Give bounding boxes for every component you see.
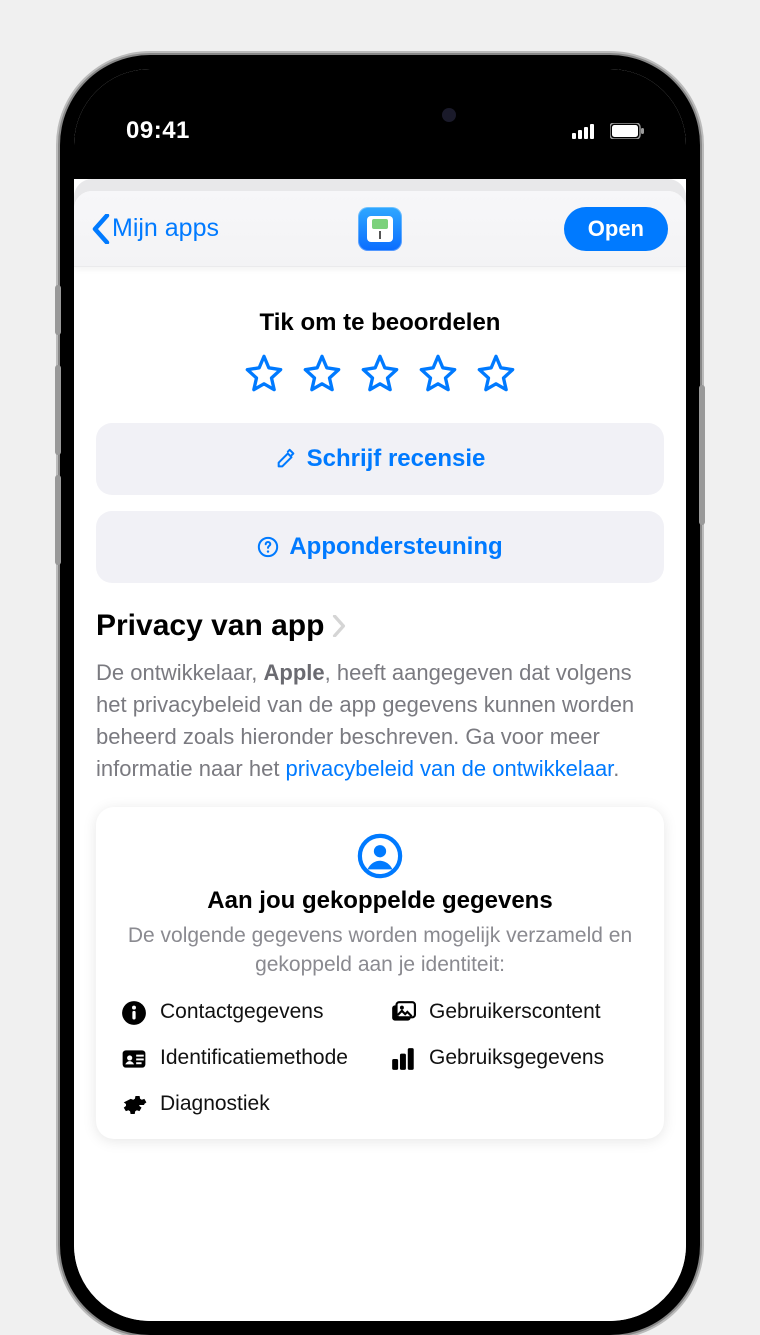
info-icon [120, 999, 148, 1027]
data-item-usercontent: Gebruikerscontent [389, 999, 640, 1027]
keynote-icon [367, 216, 393, 242]
volume-down-button [55, 475, 61, 565]
photos-icon [389, 999, 417, 1027]
star-1-icon[interactable] [244, 353, 284, 393]
status-icons [572, 123, 644, 139]
battery-icon [610, 123, 644, 139]
write-review-label: Schrijf recensie [307, 445, 486, 473]
scroll-content[interactable]: Tik om te beoordelen Schrijf recensie Ap… [74, 267, 686, 1139]
iphone-frame: 09:41 Mijn apps [60, 55, 700, 1335]
data-item-usagedata: Gebruiksgegevens [389, 1045, 640, 1073]
cellular-signal-icon [572, 123, 594, 139]
question-circle-icon [257, 536, 279, 558]
person-circle-icon [120, 833, 640, 879]
volume-up-button [55, 365, 61, 455]
back-label: Mijn apps [112, 214, 219, 243]
privacy-heading-row[interactable]: Privacy van app [96, 609, 664, 643]
data-item-diagnostics: Diagnostiek [120, 1091, 371, 1119]
chevron-right-icon [332, 611, 346, 642]
open-button[interactable]: Open [564, 207, 668, 251]
privacy-description: De ontwikkelaar, Apple, heeft aangegeven… [96, 657, 664, 785]
silent-switch [55, 285, 61, 335]
chevron-left-icon [92, 214, 110, 244]
data-item-identifiers: Identificatiemetho­de [120, 1045, 371, 1073]
app-store-sheet: Mijn apps Open Tik om te beoordelen [74, 191, 686, 1321]
star-rating[interactable] [96, 353, 664, 393]
card-subtitle: De volgende gegevens worden mogelijk ver… [120, 921, 640, 980]
app-icon [358, 207, 402, 251]
app-support-button[interactable]: Appondersteuning [96, 511, 664, 583]
star-2-icon[interactable] [302, 353, 342, 393]
star-3-icon[interactable] [360, 353, 400, 393]
id-card-icon [120, 1045, 148, 1073]
star-4-icon[interactable] [418, 353, 458, 393]
privacy-policy-link[interactable]: privacybeleid van de ontwikkelaar [286, 756, 614, 781]
gear-icon [120, 1091, 148, 1119]
screen: 09:41 Mijn apps [74, 69, 686, 1321]
write-review-button[interactable]: Schrijf recensie [96, 423, 664, 495]
back-button[interactable]: Mijn apps [92, 214, 219, 244]
compose-icon [275, 448, 297, 470]
status-time: 09:41 [126, 117, 190, 145]
power-button [699, 385, 705, 525]
bar-chart-icon [389, 1045, 417, 1073]
privacy-heading: Privacy van app [96, 609, 324, 643]
data-item-contact: Contactgegevens [120, 999, 371, 1027]
data-types-grid: Contactgegevens Gebruikerscontent [120, 999, 640, 1119]
nav-bar: Mijn apps Open [74, 191, 686, 267]
app-support-label: Appondersteuning [289, 533, 502, 561]
developer-name: Apple [264, 660, 325, 685]
card-title: Aan jou gekoppelde gegevens [120, 887, 640, 915]
rate-title: Tik om te beoordelen [96, 309, 664, 337]
data-linked-card: Aan jou gekoppelde gegevens De volgende … [96, 807, 664, 1140]
dynamic-island [290, 91, 470, 139]
star-5-icon[interactable] [476, 353, 516, 393]
